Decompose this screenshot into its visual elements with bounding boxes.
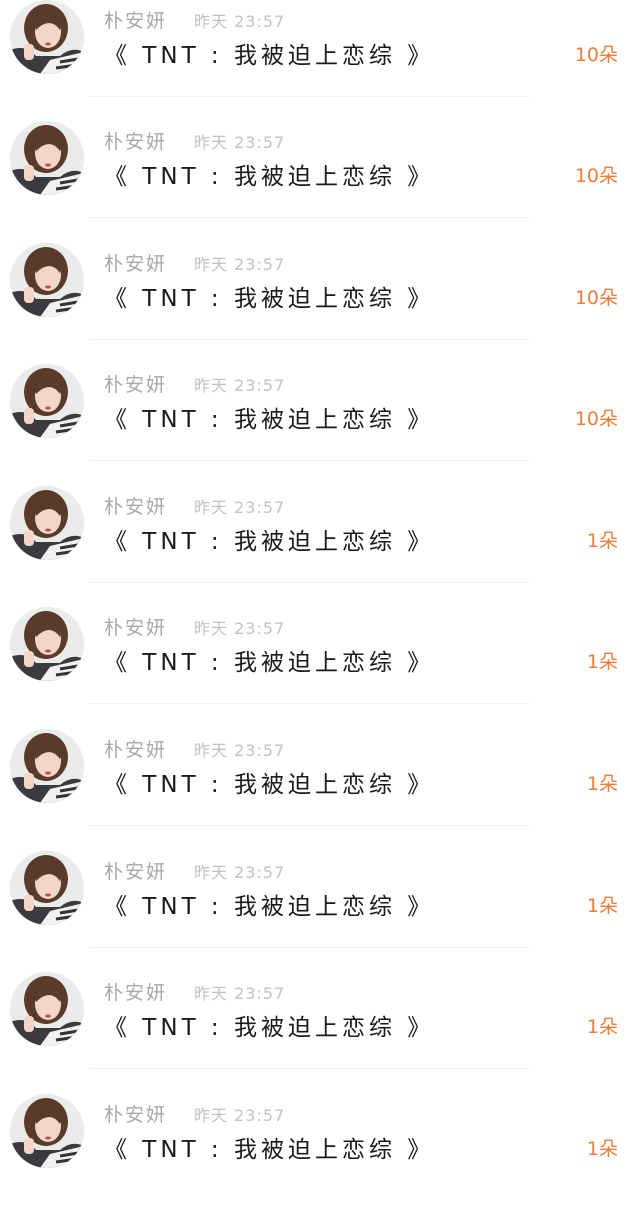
book-title: 《 TNT : 我被迫上恋综 》 [104, 164, 435, 190]
flower-count: 10朵 [574, 165, 618, 187]
sender-name: 朴安妍 [104, 10, 168, 32]
book-title: 《 TNT : 我被迫上恋综 》 [104, 286, 435, 312]
book-title: 《 TNT : 我被迫上恋综 》 [104, 894, 435, 920]
divider [90, 1068, 530, 1069]
avatar[interactable] [10, 972, 84, 1046]
sender-name: 朴安妍 [104, 739, 168, 761]
flower-count: 1朵 [586, 895, 618, 917]
avatar[interactable] [10, 486, 84, 560]
book-title: 《 TNT : 我被迫上恋综 》 [104, 650, 435, 676]
timestamp: 昨天 23:57 [194, 863, 286, 882]
sender-name: 朴安妍 [104, 982, 168, 1004]
avatar[interactable] [10, 729, 84, 803]
flower-count: 1朵 [586, 651, 618, 673]
sender-name: 朴安妍 [104, 1104, 168, 1126]
list-item[interactable]: 朴安妍 昨天 23:57 《 TNT : 我被迫上恋综 》 1朵 [0, 607, 640, 728]
book-title: 《 TNT : 我被迫上恋综 》 [104, 407, 435, 433]
avatar[interactable] [10, 243, 84, 317]
sender-name: 朴安妍 [104, 131, 168, 153]
avatar[interactable] [10, 851, 84, 925]
book-title: 《 TNT : 我被迫上恋综 》 [104, 772, 435, 798]
avatar-portrait-icon [10, 972, 84, 1046]
list-item[interactable]: 朴安妍 昨天 23:57 《 TNT : 我被迫上恋综 》 10朵 [0, 0, 640, 121]
sender-name: 朴安妍 [104, 253, 168, 275]
list-item[interactable]: 朴安妍 昨天 23:57 《 TNT : 我被迫上恋综 》 1朵 [0, 486, 640, 607]
avatar-portrait-icon [10, 851, 84, 925]
book-title: 《 TNT : 我被迫上恋综 》 [104, 1015, 435, 1041]
flower-count: 10朵 [574, 287, 618, 309]
list-item[interactable]: 朴安妍 昨天 23:57 《 TNT : 我被迫上恋综 》 1朵 [0, 1094, 640, 1215]
book-title: 《 TNT : 我被迫上恋综 》 [104, 1137, 435, 1163]
flower-count: 1朵 [586, 1016, 618, 1038]
avatar-portrait-icon [10, 121, 84, 195]
flower-count: 10朵 [574, 408, 618, 430]
sender-name: 朴安妍 [104, 496, 168, 518]
flower-count: 1朵 [586, 1138, 618, 1160]
timestamp: 昨天 23:57 [194, 1106, 286, 1125]
list-item[interactable]: 朴安妍 昨天 23:57 《 TNT : 我被迫上恋综 》 10朵 [0, 243, 640, 364]
avatar-portrait-icon [10, 243, 84, 317]
timestamp: 昨天 23:57 [194, 255, 286, 274]
book-title: 《 TNT : 我被迫上恋综 》 [104, 529, 435, 555]
list-item[interactable]: 朴安妍 昨天 23:57 《 TNT : 我被迫上恋综 》 10朵 [0, 121, 640, 242]
divider [90, 703, 530, 704]
book-title: 《 TNT : 我被迫上恋综 》 [104, 43, 435, 69]
avatar-portrait-icon [10, 729, 84, 803]
avatar[interactable] [10, 1094, 84, 1168]
timestamp: 昨天 23:57 [194, 12, 286, 31]
avatar-portrait-icon [10, 607, 84, 681]
divider [90, 947, 530, 948]
sender-name: 朴安妍 [104, 374, 168, 396]
divider [90, 460, 530, 461]
timestamp: 昨天 23:57 [194, 619, 286, 638]
timestamp: 昨天 23:57 [194, 133, 286, 152]
list-item[interactable]: 朴安妍 昨天 23:57 《 TNT : 我被迫上恋综 》 1朵 [0, 729, 640, 850]
avatar[interactable] [10, 0, 84, 74]
list-item[interactable]: 朴安妍 昨天 23:57 《 TNT : 我被迫上恋综 》 1朵 [0, 851, 640, 972]
list-item[interactable]: 朴安妍 昨天 23:57 《 TNT : 我被迫上恋综 》 1朵 [0, 972, 640, 1093]
timestamp: 昨天 23:57 [194, 498, 286, 517]
avatar-portrait-icon [10, 0, 84, 74]
avatar[interactable] [10, 607, 84, 681]
divider [90, 96, 530, 97]
list-item[interactable]: 朴安妍 昨天 23:57 《 TNT : 我被迫上恋综 》 10朵 [0, 364, 640, 485]
gift-record-list: 朴安妍 昨天 23:57 《 TNT : 我被迫上恋综 》 10朵 朴安妍 昨天… [0, 0, 640, 1187]
avatar-portrait-icon [10, 1094, 84, 1168]
avatar[interactable] [10, 364, 84, 438]
sender-name: 朴安妍 [104, 617, 168, 639]
avatar-portrait-icon [10, 486, 84, 560]
avatar[interactable] [10, 121, 84, 195]
divider [90, 825, 530, 826]
flower-count: 1朵 [586, 773, 618, 795]
divider [90, 339, 530, 340]
avatar-portrait-icon [10, 364, 84, 438]
flower-count: 1朵 [586, 530, 618, 552]
timestamp: 昨天 23:57 [194, 984, 286, 1003]
timestamp: 昨天 23:57 [194, 741, 286, 760]
divider [90, 217, 530, 218]
divider [90, 582, 530, 583]
sender-name: 朴安妍 [104, 861, 168, 883]
timestamp: 昨天 23:57 [194, 376, 286, 395]
flower-count: 10朵 [574, 44, 618, 66]
